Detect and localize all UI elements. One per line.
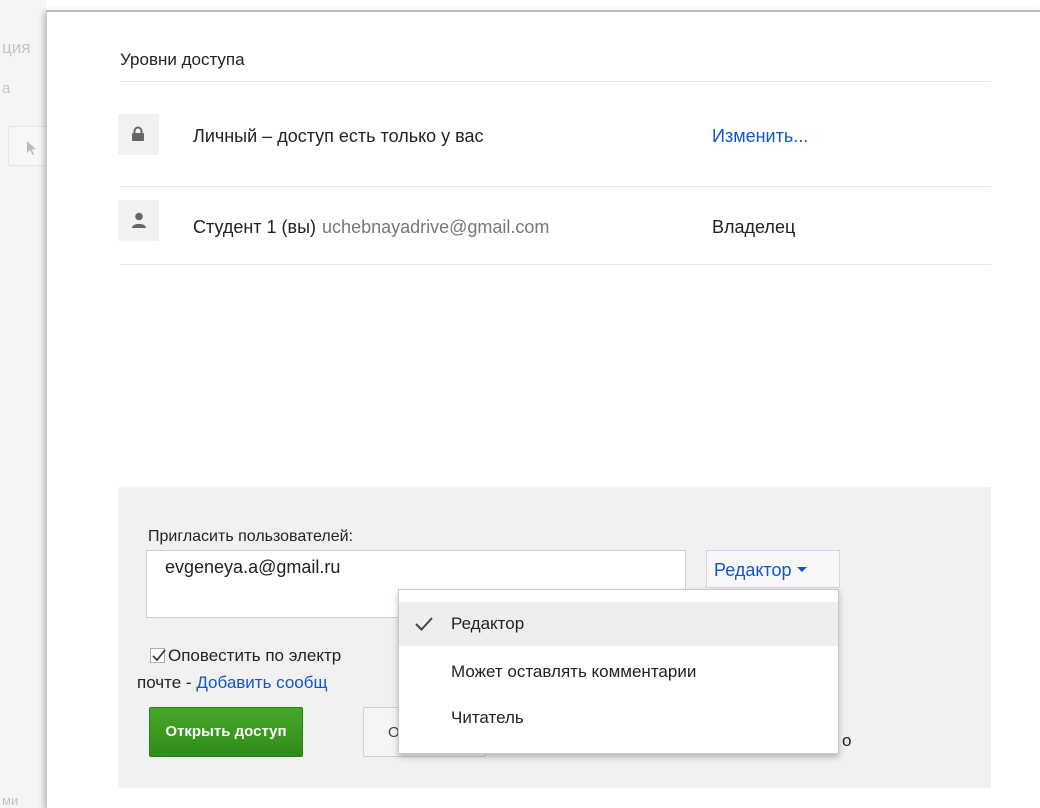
caret-down-icon [797, 566, 808, 572]
access-levels-title: Уровни доступа [120, 50, 245, 69]
divider [120, 81, 991, 82]
notify-label: Оповестить по электр [168, 646, 342, 665]
background-tool-button [8, 126, 46, 166]
owner-name: Студент 1 (вы) [193, 217, 317, 237]
divider [120, 264, 991, 265]
hidden-text-fragment: о [842, 731, 852, 750]
background-text: ми [2, 793, 19, 808]
person-icon [132, 212, 146, 228]
notify-checkbox[interactable] [150, 648, 166, 663]
notify-row-2: почте - Добавить сообщ [137, 673, 328, 693]
role-dropdown-label: Редактор [714, 560, 792, 580]
owner-role: Владелец [712, 217, 796, 237]
cursor-icon [27, 141, 36, 155]
divider [120, 186, 991, 187]
role-menu-item-commenter[interactable]: Может оставлять комментарии [399, 650, 838, 694]
role-menu-item-editor[interactable]: Редактор [399, 602, 838, 646]
add-message-link[interactable]: Добавить сообщ [196, 673, 327, 692]
share-button[interactable]: Открыть доступ [149, 707, 303, 757]
lock-icon [132, 126, 144, 141]
page: ция а ми Уровни доступа Личный – доступ … [0, 0, 1040, 808]
role-menu-item-viewer[interactable]: Читатель [399, 696, 838, 740]
privacy-status-text: Личный – доступ есть только у вас [193, 126, 484, 146]
role-menu-item-label: Читатель [451, 708, 524, 727]
owner-entry: Студент 1 (вы) uchebnayadrive@gmail.com [193, 217, 549, 238]
role-dropdown-button[interactable]: Редактор [706, 550, 840, 588]
owner-email: uchebnayadrive@gmail.com [322, 217, 550, 237]
role-menu: Редактор Может оставлять комментарии Чит… [398, 589, 839, 754]
checkmark-icon [415, 617, 433, 631]
notify-checkbox-row[interactable]: Оповестить по электр [150, 646, 341, 666]
owner-icon-box [118, 200, 159, 241]
checkmark-icon [152, 649, 166, 662]
background-text: а [2, 80, 11, 97]
invite-label: Пригласить пользователей: [148, 528, 354, 545]
privacy-icon-box [118, 114, 159, 155]
change-access-link[interactable]: Изменить... [712, 126, 808, 147]
background-app: ция а ми [0, 0, 46, 808]
role-menu-item-label: Редактор [451, 614, 525, 633]
notify-label-2: почте - [137, 673, 197, 692]
role-menu-item-label: Может оставлять комментарии [451, 662, 697, 681]
background-text: ция [2, 38, 31, 57]
